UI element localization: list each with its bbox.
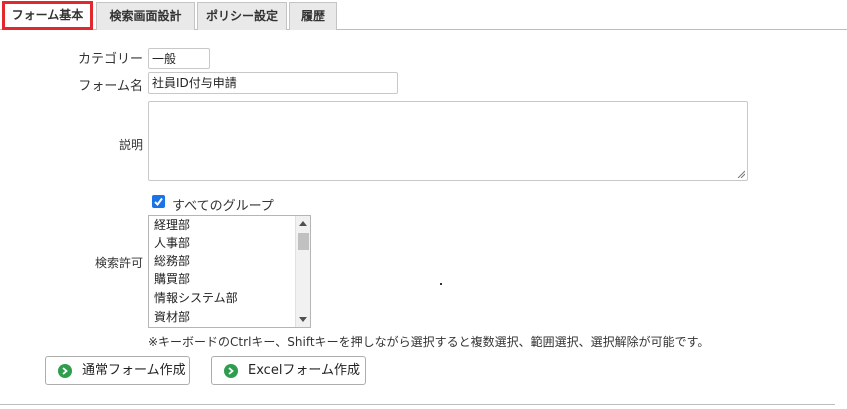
description-textarea[interactable]	[148, 101, 748, 181]
list-item[interactable]: 総務部	[154, 252, 190, 271]
create-normal-form-label: 通常フォーム作成	[82, 363, 186, 378]
category-field[interactable]: 一般	[148, 48, 210, 69]
tab-history[interactable]: 履歴	[289, 2, 337, 30]
scroll-up-icon[interactable]	[299, 221, 307, 226]
list-item[interactable]: 資材部	[154, 308, 190, 327]
all-groups-label[interactable]: すべてのグループ	[172, 195, 274, 214]
description-label: 説明	[118, 138, 143, 152]
stray-dot	[440, 283, 442, 285]
list-item[interactable]: 経理部	[154, 216, 190, 235]
scrollbar-thumb[interactable]	[298, 233, 309, 250]
divider	[0, 404, 835, 405]
form-name-field[interactable]: 社員ID付与申請	[148, 72, 398, 94]
go-arrow-icon	[58, 364, 72, 378]
create-excel-form-button[interactable]: Excelフォーム作成	[211, 356, 366, 385]
resize-handle-icon[interactable]	[737, 170, 745, 178]
list-item[interactable]: 人事部	[154, 234, 190, 253]
tab-bar: フォーム基本 検索画面設計 ポリシー設定 履歴	[0, 0, 847, 30]
form-name-label: フォーム名	[78, 79, 143, 94]
selection-note: ※キーボードのCtrlキー、Shiftキーを押しながら選択すると複数選択、範囲選…	[148, 335, 710, 349]
category-label: カテゴリー	[77, 52, 143, 67]
create-excel-form-label: Excelフォーム作成	[248, 363, 361, 378]
create-normal-form-button[interactable]: 通常フォーム作成	[45, 356, 190, 385]
listbox-scrollbar[interactable]	[295, 216, 310, 327]
group-listbox[interactable]: 経理部 人事部 総務部 購買部 情報システム部 資材部	[148, 215, 311, 328]
checkmark-icon	[154, 197, 163, 207]
tab-form-basic[interactable]: フォーム基本	[2, 1, 93, 30]
search-permission-label: 検索許可	[94, 256, 143, 270]
list-item[interactable]: 購買部	[154, 270, 190, 289]
all-groups-checkbox[interactable]	[152, 195, 165, 208]
tab-search-screen-design[interactable]: 検索画面設計	[96, 2, 195, 30]
list-item[interactable]: 情報システム部	[154, 289, 238, 308]
go-arrow-icon	[224, 364, 238, 378]
tab-policy-settings[interactable]: ポリシー設定	[197, 2, 287, 30]
scroll-down-icon[interactable]	[299, 317, 307, 322]
